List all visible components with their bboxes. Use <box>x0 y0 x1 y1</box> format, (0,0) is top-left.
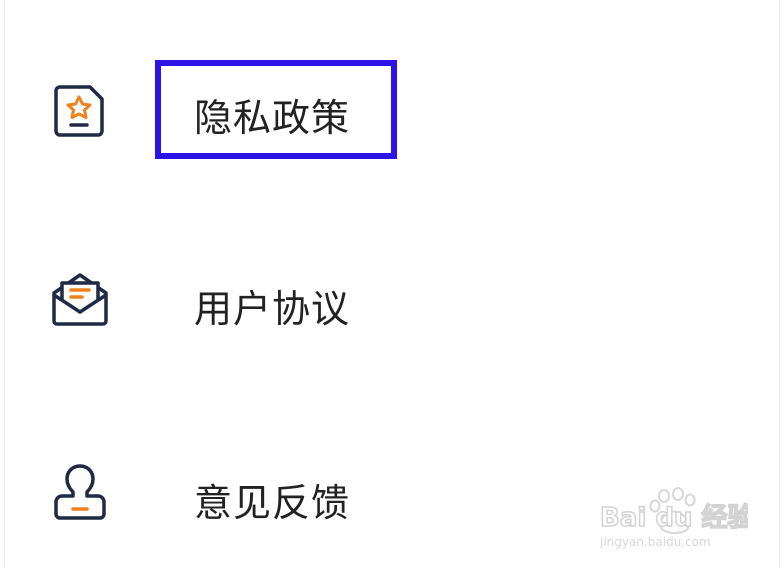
svg-text:Bai du 经验: Bai du 经验 <box>600 502 748 533</box>
person-feedback-icon <box>46 458 114 526</box>
envelope-letter-icon <box>46 265 114 333</box>
menu-item-label: 意见反馈 <box>194 481 351 525</box>
privacy-document-star-icon <box>46 77 114 145</box>
baidu-jingyan-watermark-logo: Bai du 经验 jingyan.baidu.com <box>598 486 748 550</box>
menu-item-user-agreement[interactable]: 用户协议 <box>0 236 784 366</box>
highlight-annotation-box <box>155 60 397 159</box>
menu-item-label: 用户协议 <box>194 287 351 331</box>
svg-text:jingyan.baidu.com: jingyan.baidu.com <box>599 535 711 549</box>
